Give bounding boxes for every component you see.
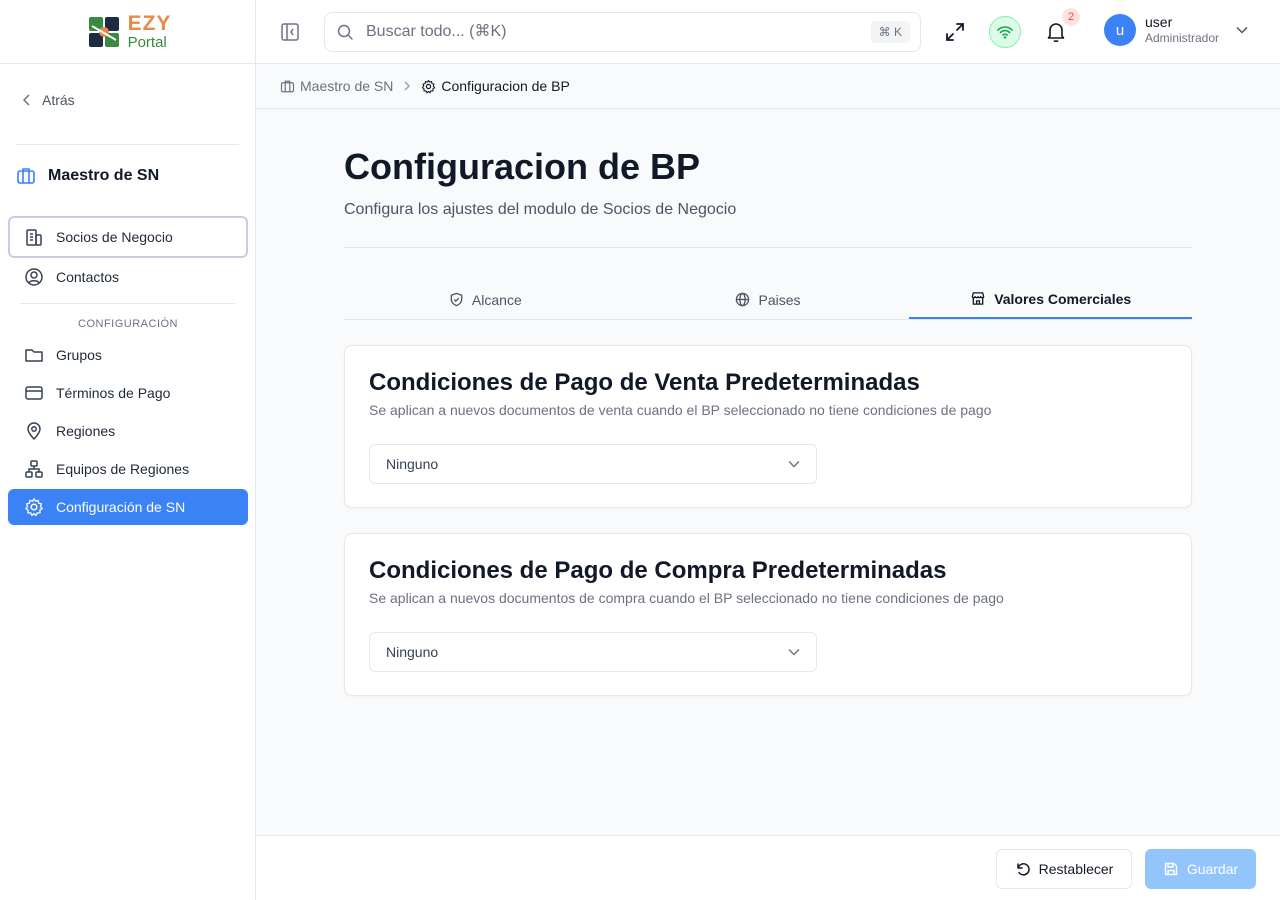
settings-tabs: Alcance Paises Valores Comerciales	[344, 280, 1193, 320]
user-circle-icon	[25, 268, 43, 286]
tab-label: Alcance	[471, 291, 522, 308]
chevron-down-icon	[1236, 26, 1248, 34]
briefcase-icon	[17, 168, 35, 184]
page-title: Configuracion de BP	[344, 146, 701, 187]
notification-count-badge: 2	[1062, 8, 1080, 26]
avatar: u	[1104, 14, 1136, 46]
search-input[interactable]	[366, 23, 859, 41]
reset-button[interactable]: Restablecer	[996, 849, 1132, 889]
sidebar-item-label: Equipos de Regiones	[56, 461, 190, 477]
card-title: Condiciones de Pago de Compra Predetermi…	[369, 557, 947, 584]
purchase-payment-terms-select[interactable]: Ninguno	[369, 632, 817, 672]
sidebar-item-label: Regiones	[56, 423, 116, 439]
sidebar-divider	[16, 144, 239, 145]
folder-icon	[25, 349, 43, 362]
connection-status-button[interactable]	[989, 16, 1021, 48]
sidebar-item-equipos-de-regiones[interactable]: Equipos de Regiones	[8, 451, 248, 487]
breadcrumb-current-label: Configuracion de BP	[441, 78, 570, 94]
sidebar-item-socios-de-negocio[interactable]: Socios de Negocio	[8, 216, 248, 258]
chevron-right-icon	[404, 81, 411, 91]
tab-valores-comerciales[interactable]: Valores Comerciales	[909, 280, 1193, 319]
sidebar-item-grupos[interactable]: Grupos	[8, 337, 248, 373]
action-footer: Restablecer Guardar	[256, 835, 1280, 900]
title-divider	[344, 247, 1192, 248]
fullscreen-button[interactable]	[944, 21, 966, 43]
sales-payment-terms-select[interactable]: Ninguno	[369, 444, 817, 484]
tab-paises[interactable]: Paises	[627, 280, 910, 319]
back-link[interactable]: Atrás	[22, 92, 75, 108]
sidebar-item-contactos[interactable]: Contactos	[8, 259, 248, 295]
select-value: Ninguno	[386, 456, 439, 472]
sidebar-item-label: Configuración de SN	[56, 499, 186, 515]
sidebar-group-label: CONFIGURACIÓN	[78, 318, 178, 330]
sidebar-section-title: Maestro de SN	[16, 166, 159, 186]
sidebar-item-configuracion-de-sn[interactable]: Configuración de SN	[8, 489, 248, 525]
user-name: user	[1145, 14, 1173, 31]
tab-alcance[interactable]: Alcance	[344, 280, 627, 319]
card-description: Se aplican a nuevos documentos de venta …	[369, 402, 992, 418]
ezy-logo-icon	[88, 16, 119, 47]
sidebar-divider	[20, 303, 235, 304]
section-title-label: Maestro de SN	[48, 167, 160, 184]
sidebar-item-label: Grupos	[56, 347, 102, 363]
card-description: Se aplican a nuevos documentos de compra…	[369, 590, 1004, 606]
store-icon	[971, 292, 985, 305]
shield-check-icon	[450, 292, 463, 307]
expand-icon	[946, 23, 964, 41]
sidebar-item-terminos-de-pago[interactable]: Términos de Pago	[8, 375, 248, 411]
briefcase-icon	[280, 80, 295, 92]
breadcrumb-parent-label: Maestro de SN	[300, 78, 394, 94]
save-icon	[1164, 862, 1178, 876]
breadcrumb-parent[interactable]: Maestro de SN	[280, 78, 393, 94]
building-icon	[26, 229, 42, 246]
brand-subname: Portal	[127, 34, 167, 51]
page-subtitle: Configura los ajustes del modulo de Soci…	[344, 201, 737, 218]
tab-label: Paises	[758, 291, 801, 308]
select-value: Ninguno	[386, 644, 439, 660]
panel-left-icon	[281, 23, 299, 41]
tab-label: Valores Comerciales	[994, 290, 1132, 307]
chevron-down-icon	[788, 461, 800, 468]
network-icon	[25, 460, 43, 478]
sidebar-item-label: Contactos	[56, 269, 120, 285]
reset-label: Restablecer	[1038, 861, 1114, 877]
gear-icon	[25, 498, 43, 517]
brand-name: EZY	[127, 12, 172, 35]
rotate-ccw-icon	[1016, 863, 1030, 876]
sidebar: EZY Portal Atrás Maestro de SN Socios de…	[0, 0, 256, 900]
sidebar-toggle-button[interactable]	[280, 22, 300, 42]
wifi-icon	[997, 26, 1013, 39]
logo[interactable]: EZY Portal	[0, 0, 255, 64]
card-title: Condiciones de Pago de Venta Predetermin…	[369, 369, 920, 396]
global-search[interactable]: ⌘ K	[324, 12, 921, 52]
purchase-payment-terms-card: Condiciones de Pago de Compra Predetermi…	[344, 533, 1192, 696]
sidebar-item-label: Socios de Negocio	[56, 229, 173, 245]
breadcrumb: Maestro de SN Configuracion de BP	[256, 64, 1280, 109]
chevron-down-icon	[788, 649, 800, 656]
search-shortcut-badge: ⌘ K	[870, 21, 910, 43]
breadcrumb-current: Configuracion de BP	[421, 78, 570, 94]
sales-payment-terms-card: Condiciones de Pago de Venta Predetermin…	[344, 345, 1192, 508]
save-button[interactable]: Guardar	[1145, 849, 1256, 889]
user-menu[interactable]: u user Administrador	[1104, 14, 1248, 46]
sidebar-item-label: Términos de Pago	[56, 385, 171, 401]
chevron-left-icon	[22, 94, 30, 106]
user-role: Administrador	[1145, 31, 1220, 46]
globe-icon	[736, 292, 750, 307]
top-header: ⌘ K 2 u user Administrador	[256, 0, 1280, 64]
save-label: Guardar	[1186, 861, 1239, 877]
gear-icon	[422, 79, 436, 93]
map-pin-icon	[27, 422, 41, 441]
back-label: Atrás	[42, 92, 75, 108]
sidebar-item-regiones[interactable]: Regiones	[8, 413, 248, 449]
search-icon	[337, 24, 353, 40]
credit-card-icon	[25, 386, 43, 400]
